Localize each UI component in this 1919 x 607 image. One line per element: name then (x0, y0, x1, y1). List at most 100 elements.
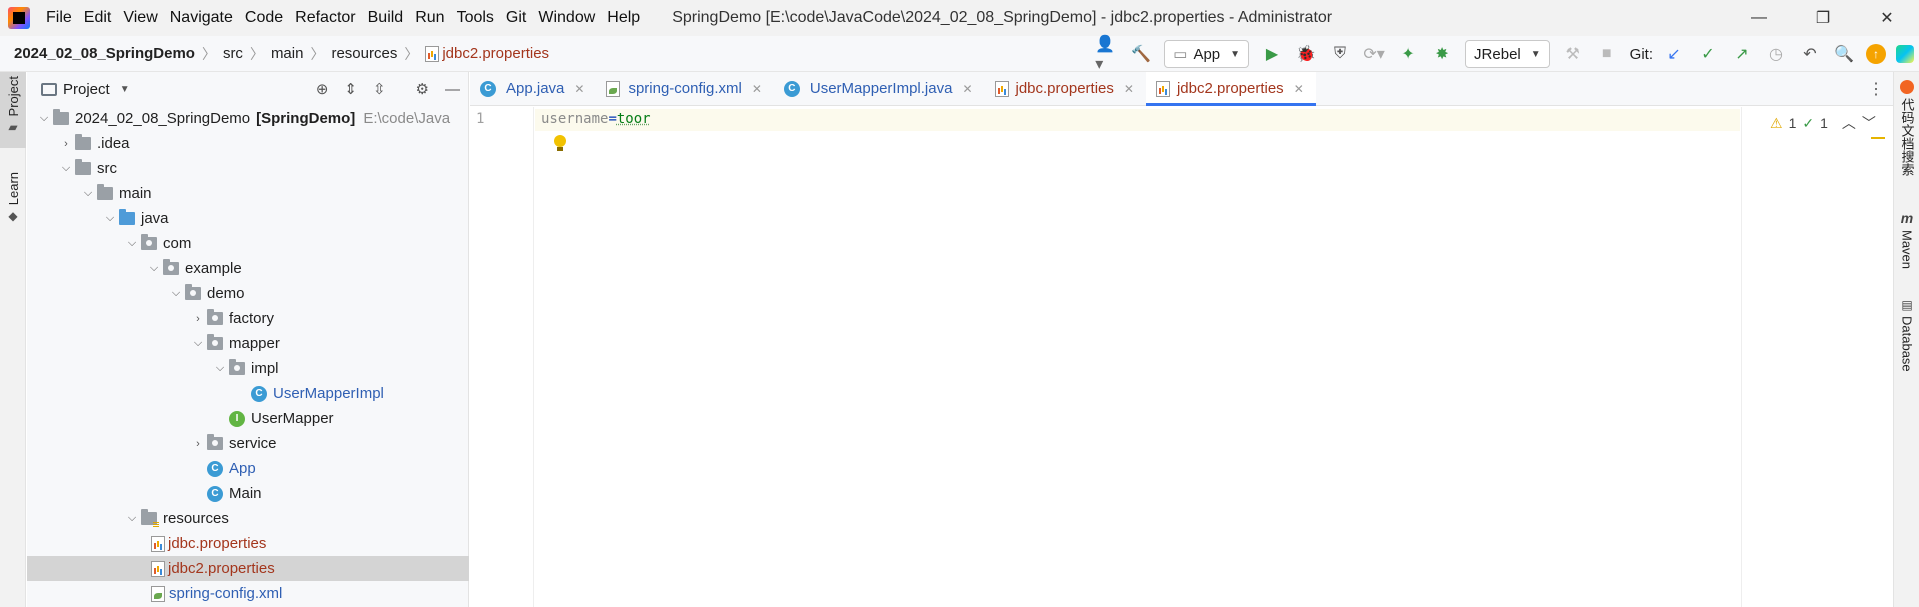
breadcrumb-resources[interactable]: resources (331, 45, 397, 62)
tree-item-main[interactable]: ⌵ main (27, 181, 469, 206)
rollback-icon[interactable]: ↶ (1798, 42, 1822, 66)
chevron-down-icon[interactable]: ▼ (120, 84, 130, 95)
hammer-disabled-icon[interactable]: ⚒ (1561, 42, 1585, 66)
tree-item-usermapperimpl[interactable]: C UserMapperImpl (27, 381, 469, 406)
jrebel-run-icon[interactable]: ✦ (1396, 42, 1420, 66)
menu-view[interactable]: View (117, 0, 163, 36)
menu-help[interactable]: Help (601, 0, 646, 36)
search-icon[interactable]: 🔍 (1832, 42, 1856, 66)
update-icon[interactable]: ↑ (1866, 44, 1886, 64)
chevron-down-icon[interactable]: ⌵ (123, 237, 141, 250)
restore-button[interactable]: ❐ (1791, 0, 1855, 36)
menu-build[interactable]: Build (362, 0, 410, 36)
close-tab-icon[interactable]: ✕ (574, 82, 584, 96)
chevron-down-icon[interactable]: ⌵ (123, 512, 141, 525)
chevron-right-icon[interactable]: › (189, 313, 207, 325)
tree-item-mapper[interactable]: ⌵ mapper (27, 331, 469, 356)
user-icon[interactable]: 👤▾ (1095, 36, 1119, 73)
more-vertical-icon[interactable]: ⋮ (1868, 72, 1884, 106)
tree-item-example[interactable]: ⌵ example (27, 256, 469, 281)
chevron-down-icon[interactable]: ⌵ (189, 337, 207, 350)
profiler-icon[interactable]: ⟳▾ (1362, 42, 1386, 66)
coverage-icon[interactable]: ⛨ (1328, 42, 1352, 66)
menu-tools[interactable]: Tools (451, 0, 500, 36)
chevron-down-icon[interactable]: ⌵ (145, 262, 163, 275)
code-line[interactable]: username=toor (541, 111, 651, 127)
close-tab-icon[interactable]: ✕ (962, 82, 972, 96)
chevron-down-icon[interactable]: ⌵ (35, 112, 53, 125)
tree-item-resources[interactable]: ⌵ resources (27, 506, 469, 531)
maven-tool-tab[interactable]: m Maven (1894, 210, 1919, 269)
tree-item-impl[interactable]: ⌵ impl (27, 356, 469, 381)
chevron-down-icon[interactable]: ⌵ (101, 212, 119, 225)
tree-item-usermapper[interactable]: I UserMapper (27, 406, 469, 431)
menu-window[interactable]: Window (532, 0, 601, 36)
chevron-right-icon[interactable]: › (57, 138, 75, 150)
git-push-icon[interactable]: ↗ (1730, 42, 1754, 66)
inspection-widget[interactable]: ⚠ 1 ✓ 1 ︿ ﹀ (1770, 113, 1882, 133)
doc-search-tool-tab[interactable]: 代码文档搜索 (1894, 80, 1919, 176)
tree-item-service[interactable]: › service (27, 431, 469, 456)
git-commit-icon[interactable]: ✓ (1696, 42, 1720, 66)
project-tool-tab[interactable]: Project ▰ (0, 72, 26, 148)
close-tab-icon[interactable]: ✕ (1124, 82, 1134, 96)
chevron-down-icon[interactable]: ⌵ (211, 362, 229, 375)
database-tool-tab[interactable]: ▤ Database (1894, 298, 1919, 372)
code-editor[interactable]: username=toor (535, 107, 1740, 607)
breadcrumb-main[interactable]: main (271, 45, 304, 62)
tree-item-spring-config[interactable]: spring-config.xml (27, 581, 469, 606)
lightbulb-icon[interactable] (553, 135, 567, 153)
learn-tool-tab[interactable]: Learn ◆ (0, 168, 26, 238)
gear-icon[interactable]: ⚙ (416, 80, 429, 98)
breadcrumb-file[interactable]: jdbc2.properties (442, 45, 549, 62)
tab-spring-config-xml[interactable]: spring-config.xml ✕ (596, 72, 773, 105)
close-tab-icon[interactable]: ✕ (752, 82, 762, 96)
build-hammer-icon[interactable]: 🔨 (1129, 42, 1153, 66)
chevron-down-icon[interactable]: ⌵ (167, 287, 185, 300)
menu-run[interactable]: Run (409, 0, 450, 36)
hide-panel-icon[interactable]: — (445, 81, 460, 98)
tree-item-factory[interactable]: › factory (27, 306, 469, 331)
collapse-all-icon[interactable]: ⇳ (373, 80, 386, 98)
chevron-up-icon[interactable]: ︿ (1842, 113, 1856, 133)
menu-edit[interactable]: Edit (78, 0, 118, 36)
tab-usermapperimpl-java[interactable]: C UserMapperImpl.java ✕ (774, 72, 985, 105)
menu-file[interactable]: File (40, 0, 78, 36)
tab-jdbc-properties[interactable]: jdbc.properties ✕ (985, 72, 1146, 105)
debug-icon[interactable]: 🐞 (1294, 42, 1318, 66)
chevron-down-icon[interactable]: ⌵ (57, 162, 75, 175)
chevron-right-icon[interactable]: › (189, 438, 207, 450)
breadcrumb-src[interactable]: src (223, 45, 243, 62)
run-configuration-select[interactable]: ▭ App ▼ (1164, 40, 1250, 68)
tree-item-src[interactable]: ⌵ src (27, 156, 469, 181)
minimize-button[interactable]: — (1727, 0, 1791, 36)
warning-scroll-marker[interactable] (1871, 137, 1885, 139)
jetbrains-toolbox-icon[interactable] (1896, 45, 1914, 63)
tree-item-idea[interactable]: › .idea (27, 131, 469, 156)
project-panel-title[interactable]: Project (63, 81, 110, 98)
tree-item-jdbc-properties[interactable]: jdbc.properties (27, 531, 469, 556)
jrebel-select[interactable]: JRebel ▼ (1465, 40, 1550, 68)
locate-file-icon[interactable]: ⊕ (316, 80, 329, 98)
chevron-down-icon[interactable]: ⌵ (79, 187, 97, 200)
history-icon[interactable]: ◷ (1764, 42, 1788, 66)
chevron-down-icon[interactable]: ﹀ (1862, 113, 1876, 133)
menu-code[interactable]: Code (239, 0, 289, 36)
git-update-icon[interactable]: ↙ (1662, 42, 1686, 66)
tree-item-java[interactable]: ⌵ java (27, 206, 469, 231)
run-icon[interactable]: ▶ (1260, 42, 1284, 66)
tree-item-com[interactable]: ⌵ com (27, 231, 469, 256)
close-button[interactable]: ✕ (1855, 0, 1919, 36)
tab-app-java[interactable]: C App.java ✕ (470, 72, 596, 105)
tree-item-app[interactable]: C App (27, 456, 469, 481)
jrebel-debug-icon[interactable]: ✸ (1430, 42, 1454, 66)
tree-item-main-class[interactable]: C Main (27, 481, 469, 506)
menu-git[interactable]: Git (500, 0, 532, 36)
menu-refactor[interactable]: Refactor (289, 0, 361, 36)
tree-item-jdbc2-properties[interactable]: jdbc2.properties (27, 556, 469, 581)
breadcrumb-project[interactable]: 2024_02_08_SpringDemo (14, 45, 195, 62)
tree-item-demo[interactable]: ⌵ demo (27, 281, 469, 306)
close-tab-icon[interactable]: ✕ (1294, 82, 1304, 96)
expand-all-icon[interactable]: ⇕ (344, 80, 357, 98)
stop-icon[interactable]: ■ (1595, 42, 1619, 66)
